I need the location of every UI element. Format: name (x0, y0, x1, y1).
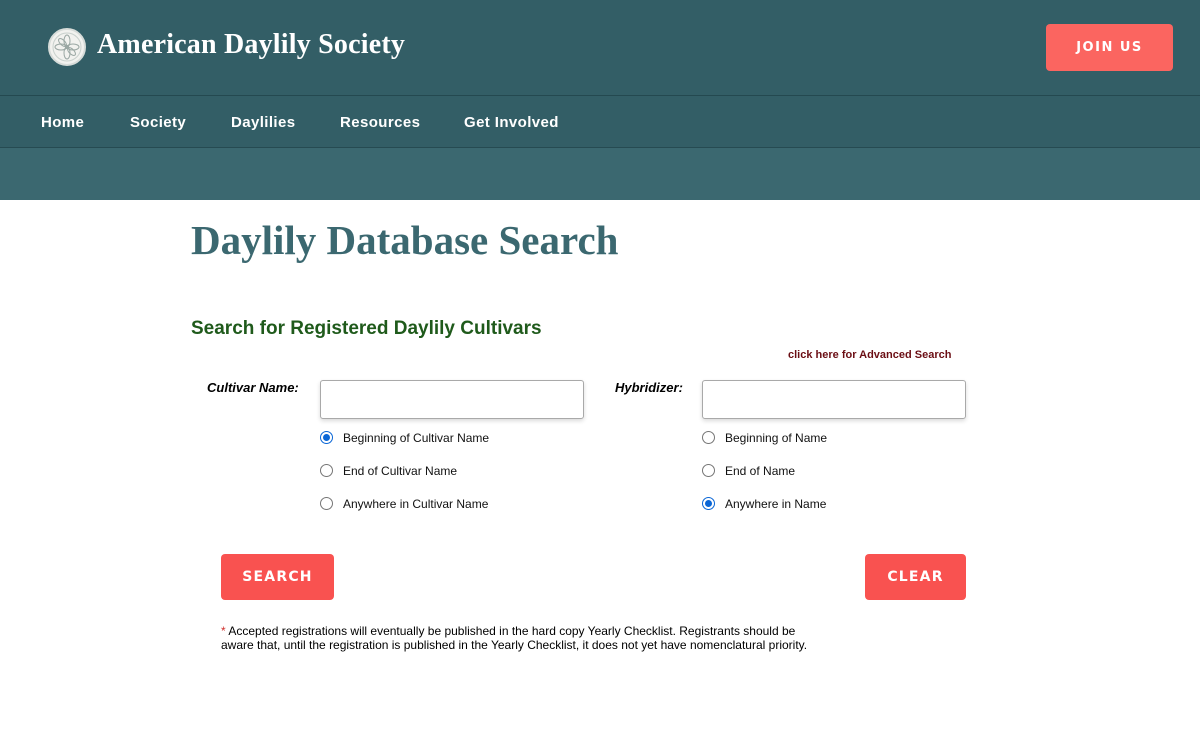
site-header: American Daylily Society JOIN US (0, 0, 1200, 96)
radio-label: Beginning of Cultivar Name (343, 431, 490, 445)
hybridizer-option-beginning[interactable]: Beginning of Name (702, 429, 827, 445)
hybridizer-label: Hybridizer: (615, 380, 683, 395)
nav-item-daylilies[interactable]: Daylilies (231, 114, 295, 131)
radio-button[interactable] (320, 463, 333, 477)
cultivar-option-anywhere[interactable]: Anywhere in Cultivar Name (320, 495, 488, 511)
cultivar-name-label: Cultivar Name: (207, 380, 299, 395)
section-title: Search for Registered Daylily Cultivars (191, 318, 542, 339)
footnote-asterisk: * (221, 624, 226, 638)
nav-item-get-involved[interactable]: Get Involved (464, 114, 559, 131)
cultivar-option-beginning[interactable]: Beginning of Cultivar Name (320, 429, 489, 445)
footnote-text: Accepted registrations will eventually b… (221, 624, 808, 652)
hybridizer-option-anywhere[interactable]: Anywhere in Name (702, 495, 826, 511)
daylily-flower-seal-icon[interactable] (48, 28, 86, 66)
hybridizer-option-end[interactable]: End of Name (702, 462, 795, 478)
advanced-search-link[interactable]: click here for Advanced Search (788, 349, 951, 361)
nav-item-society[interactable]: Society (130, 114, 186, 131)
radio-button[interactable] (320, 496, 333, 510)
registration-footnote: * Accepted registrations will eventually… (221, 624, 821, 652)
search-button[interactable]: SEARCH (221, 554, 334, 600)
hybridizer-input[interactable] (702, 380, 966, 419)
radio-button[interactable] (702, 463, 715, 477)
header-band (0, 148, 1200, 200)
page-title: Daylily Database Search (191, 217, 619, 263)
radio-button[interactable] (702, 430, 715, 444)
cultivar-option-end[interactable]: End of Cultivar Name (320, 462, 457, 478)
radio-button[interactable] (320, 430, 333, 444)
radio-label: Anywhere in Name (725, 497, 827, 511)
join-us-button[interactable]: JOIN US (1046, 24, 1173, 71)
cultivar-name-input[interactable] (320, 380, 584, 419)
site-title[interactable]: American Daylily Society (97, 29, 405, 61)
radio-label: End of Cultivar Name (343, 464, 458, 478)
clear-button[interactable]: CLEAR (865, 554, 966, 600)
logo-flower-graphic (52, 32, 82, 62)
radio-button[interactable] (702, 496, 715, 510)
nav-item-home[interactable]: Home (41, 114, 84, 131)
radio-label: End of Name (725, 464, 796, 478)
radio-label: Anywhere in Cultivar Name (343, 497, 489, 511)
radio-label: Beginning of Name (725, 431, 828, 445)
nav-item-resources[interactable]: Resources (340, 114, 420, 131)
main-nav: Home Society Daylilies Resources Get Inv… (0, 96, 1200, 148)
